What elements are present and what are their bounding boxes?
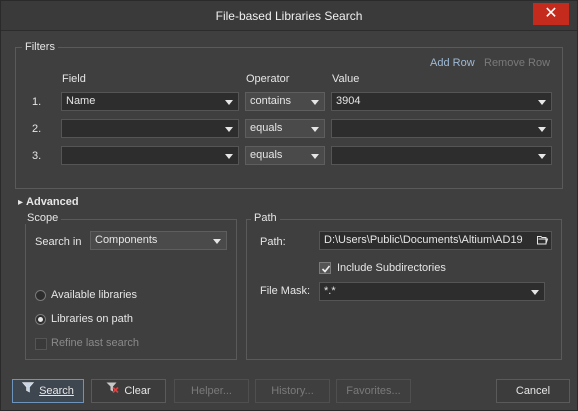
operator-column-header: Operator: [246, 73, 290, 85]
operator-select-row-3[interactable]: equals: [245, 146, 325, 165]
value-select-value: 3904: [336, 95, 361, 107]
dialog-window: File-based Libraries Search ✕ Filters Ad…: [0, 0, 578, 411]
value-select-row-2[interactable]: [331, 119, 552, 138]
chevron-down-icon: [311, 154, 319, 159]
search-in-value: Components: [95, 234, 158, 246]
path-input[interactable]: D:\Users\Public\Documents\Altium\AD19: [319, 231, 552, 250]
path-input-value: D:\Users\Public\Documents\Altium\AD19: [324, 234, 523, 246]
row-number: 1.: [32, 96, 42, 108]
search-in-select[interactable]: Components: [90, 231, 227, 250]
chevron-down-icon: [531, 290, 539, 295]
chevron-down-icon: [538, 127, 546, 132]
operator-select-row-1[interactable]: contains: [245, 92, 325, 111]
clear-button-label: Clear: [124, 385, 151, 397]
field-select-row-3[interactable]: [61, 146, 239, 165]
field-select-row-2[interactable]: [61, 119, 239, 138]
chevron-down-icon: [311, 100, 319, 105]
chevron-down-icon: [311, 127, 319, 132]
checkmark-icon: [321, 265, 331, 273]
search-button-label: Search: [39, 385, 74, 397]
chevron-down-icon: [225, 127, 233, 132]
history-button: History...: [255, 379, 330, 403]
refine-last-search-checkbox: [35, 338, 47, 350]
field-column-header: Field: [62, 73, 86, 85]
chevron-down-icon: [213, 239, 221, 244]
helper-button: Helper...: [174, 379, 249, 403]
available-libraries-label[interactable]: Available libraries: [51, 289, 137, 301]
row-number: 2.: [32, 123, 42, 135]
operator-select-row-2[interactable]: equals: [245, 119, 325, 138]
clear-button[interactable]: Clear: [91, 379, 166, 403]
scope-label: Scope: [24, 212, 62, 224]
value-select-row-3[interactable]: [331, 146, 552, 165]
clear-filter-icon: [106, 379, 119, 401]
filters-group: [15, 47, 563, 189]
close-icon: ✕: [544, 5, 558, 22]
libraries-on-path-label[interactable]: Libraries on path: [51, 313, 133, 325]
available-libraries-radio[interactable]: [35, 290, 46, 301]
value-column-header: Value: [332, 73, 360, 85]
path-label: Path: [251, 212, 280, 224]
file-mask-value: *.*: [324, 285, 336, 297]
folder-open-icon[interactable]: [537, 235, 549, 248]
search-button[interactable]: Search: [12, 379, 84, 403]
remove-row-link: Remove Row: [484, 57, 551, 69]
add-row-link[interactable]: Add Row: [430, 57, 475, 69]
refine-last-search-label: Refine last search: [51, 337, 140, 349]
chevron-down-icon: [538, 154, 546, 159]
libraries-on-path-radio[interactable]: [35, 314, 46, 325]
favorites-button: Favorites...: [336, 379, 411, 403]
window-title: File-based Libraries Search: [215, 9, 363, 23]
advanced-label: Advanced: [26, 196, 79, 208]
expand-triangle-icon: ▸: [18, 197, 24, 208]
path-field-label: Path:: [260, 236, 286, 248]
file-mask-label: File Mask:: [260, 285, 311, 297]
operator-select-value: equals: [250, 149, 283, 161]
filters-label: Filters: [22, 41, 58, 53]
search-in-label: Search in: [35, 236, 82, 248]
include-subdirectories-checkbox[interactable]: [319, 262, 331, 274]
cancel-button[interactable]: Cancel: [496, 379, 570, 403]
chevron-down-icon: [225, 100, 233, 105]
value-select-row-1[interactable]: 3904: [331, 92, 552, 111]
advanced-toggle[interactable]: ▸ Advanced: [18, 196, 79, 208]
chevron-down-icon: [225, 154, 233, 159]
chevron-down-icon: [538, 100, 546, 105]
close-button[interactable]: ✕: [533, 3, 569, 25]
row-number: 3.: [32, 150, 42, 162]
operator-select-value: equals: [250, 122, 283, 134]
title-bar[interactable]: File-based Libraries Search ✕: [1, 1, 577, 31]
field-select-value: Name: [66, 95, 96, 107]
file-mask-select[interactable]: *.*: [319, 282, 545, 301]
filter-icon: [21, 379, 35, 401]
include-subdirectories-label[interactable]: Include Subdirectories: [337, 262, 446, 274]
operator-select-value: contains: [250, 95, 291, 107]
field-select-row-1[interactable]: Name: [61, 92, 239, 111]
